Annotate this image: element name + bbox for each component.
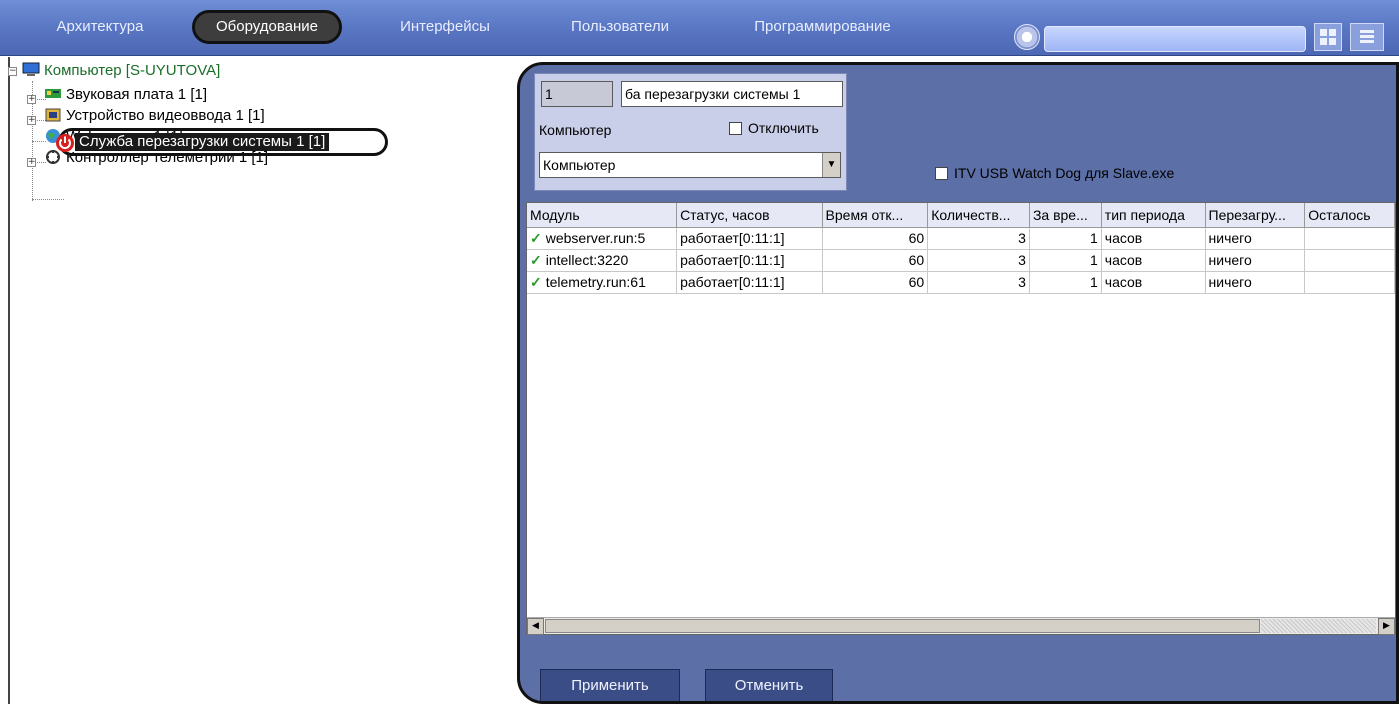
- object-properties-box: 1 ба перезагрузки системы 1 Компьютер От…: [534, 73, 847, 191]
- settings-gear-icon[interactable]: [1014, 24, 1040, 50]
- video-input-icon: [44, 107, 62, 123]
- expand-toggle-icon[interactable]: +: [27, 116, 36, 125]
- module-cell: ✓ intellect:3220: [527, 249, 678, 272]
- table-row[interactable]: ✓ telemetry.run:61 работает[0:11:1] 60 3 …: [527, 271, 1395, 294]
- scrollbar-track[interactable]: [1261, 619, 1376, 633]
- status-cell: работает[0:11:1]: [676, 227, 823, 250]
- modules-table: Модуль Статус, часов Время отк... Количе…: [526, 202, 1396, 635]
- tree-root-label: Компьютер [S-UYUTOVA]: [44, 62, 221, 79]
- object-name-field[interactable]: ба перезагрузки системы 1: [621, 81, 843, 107]
- count-cell: 3: [927, 249, 1030, 272]
- checkbox-box[interactable]: [729, 122, 742, 135]
- count-cell: 3: [927, 271, 1030, 294]
- period-cell: 1: [1029, 249, 1102, 272]
- remaining-cell: [1304, 227, 1395, 250]
- collapse-toggle-icon[interactable]: −: [8, 67, 17, 76]
- check-icon: ✓: [530, 229, 542, 246]
- period-type-cell: часов: [1101, 271, 1206, 294]
- tree-item-label: Устройство видеоввода 1 [1]: [66, 107, 265, 124]
- computer-label: Компьютер: [539, 122, 612, 138]
- module-name: intellect:3220: [545, 251, 629, 268]
- period-cell: 1: [1029, 227, 1102, 250]
- power-icon: [55, 133, 74, 152]
- remaining-cell: [1304, 271, 1395, 294]
- reboot-cell: ничего: [1205, 271, 1306, 294]
- tab-programming[interactable]: Программирование: [735, 10, 910, 44]
- tab-interfaces[interactable]: Интерфейсы: [385, 10, 505, 44]
- column-header-remaining[interactable]: Осталось: [1304, 203, 1395, 228]
- expand-toggle-icon[interactable]: +: [27, 95, 36, 104]
- reboot-cell: ничего: [1205, 227, 1306, 250]
- settings-panel: 1 ба перезагрузки системы 1 Компьютер От…: [517, 62, 1399, 704]
- status-cell: работает[0:11:1]: [676, 271, 823, 294]
- period-type-cell: часов: [1101, 227, 1206, 250]
- tree-item-video-input[interactable]: Устройство видеоввода 1 [1]: [44, 106, 265, 126]
- tree-item-sound-card[interactable]: Звуковая плата 1 [1]: [44, 85, 207, 105]
- period-cell: 1: [1029, 271, 1102, 294]
- table-row[interactable]: ✓ webserver.run:5 работает[0:11:1] 60 3 1…: [527, 227, 1395, 250]
- time-cell: 60: [822, 227, 929, 250]
- check-icon: ✓: [530, 273, 542, 290]
- remaining-cell: [1304, 249, 1395, 272]
- disable-label: Отключить: [748, 120, 819, 136]
- scrollbar-thumb[interactable]: [545, 619, 1260, 633]
- tab-architecture[interactable]: Архитектура: [40, 10, 160, 44]
- table-header-row: Модуль Статус, часов Время отк... Количе…: [527, 203, 1395, 228]
- module-cell: ✓ webserver.run:5: [527, 227, 678, 250]
- column-header-count[interactable]: Количеств...: [927, 203, 1030, 228]
- tree-item-label: Звуковая плата 1 [1]: [66, 86, 207, 103]
- column-header-reboot[interactable]: Перезагру...: [1205, 203, 1306, 228]
- time-cell: 60: [822, 271, 929, 294]
- cancel-button[interactable]: Отменить: [705, 669, 833, 701]
- disable-checkbox[interactable]: Отключить: [729, 120, 819, 136]
- reboot-cell: ничего: [1205, 249, 1306, 272]
- sound-card-icon: [44, 86, 62, 102]
- tree-root-computer[interactable]: Компьютер [S-UYUTOVA]: [22, 61, 220, 81]
- computer-select-value: Компьютер: [543, 157, 616, 173]
- count-cell: 3: [927, 227, 1030, 250]
- tab-users[interactable]: Пользователи: [555, 10, 685, 44]
- column-header-module[interactable]: Модуль: [527, 203, 678, 228]
- column-header-period[interactable]: За вре...: [1029, 203, 1102, 228]
- apply-button[interactable]: Применить: [540, 669, 680, 701]
- modules-grid: Модуль Статус, часов Время отк... Количе…: [527, 203, 1395, 294]
- time-cell: 60: [822, 249, 929, 272]
- scroll-right-icon[interactable]: ▶: [1378, 618, 1395, 635]
- top-tab-bar: Архитектура Оборудование Интерфейсы Поль…: [0, 0, 1399, 56]
- tree-item-reboot-service[interactable]: Служба перезагрузки системы 1 [1]: [55, 128, 388, 156]
- module-name: telemetry.run:61: [545, 273, 646, 290]
- expand-toggle-icon[interactable]: +: [27, 158, 36, 167]
- tree-connector: [32, 199, 64, 200]
- check-icon: ✓: [530, 251, 542, 268]
- computer-select[interactable]: Компьютер ▼: [539, 152, 841, 178]
- chevron-down-icon[interactable]: ▼: [822, 153, 840, 177]
- computer-icon: [22, 62, 40, 78]
- table-row[interactable]: ✓ intellect:3220 работает[0:11:1] 60 3 1 …: [527, 249, 1395, 272]
- search-input[interactable]: [1044, 26, 1306, 52]
- itv-watchdog-checkbox[interactable]: ITV USB Watch Dog для Slave.exe: [935, 165, 1174, 181]
- module-name: webserver.run:5: [545, 229, 646, 246]
- tree-item-label: Служба перезагрузки системы 1 [1]: [75, 133, 330, 151]
- grid-view-icon[interactable]: [1314, 23, 1342, 51]
- itv-watchdog-label: ITV USB Watch Dog для Slave.exe: [954, 165, 1175, 181]
- status-cell: работает[0:11:1]: [676, 249, 823, 272]
- period-type-cell: часов: [1101, 249, 1206, 272]
- column-header-period-type[interactable]: тип периода: [1101, 203, 1206, 228]
- checkbox-box[interactable]: [935, 167, 948, 180]
- horizontal-scrollbar[interactable]: ◀ ▶: [527, 617, 1395, 635]
- object-id-field[interactable]: 1: [541, 81, 613, 107]
- column-header-status[interactable]: Статус, часов: [676, 203, 823, 228]
- list-view-icon[interactable]: [1350, 23, 1384, 51]
- scroll-left-icon[interactable]: ◀: [527, 618, 544, 635]
- tab-equipment[interactable]: Оборудование: [192, 10, 342, 44]
- module-cell: ✓ telemetry.run:61: [527, 271, 678, 294]
- column-header-time[interactable]: Время отк...: [822, 203, 929, 228]
